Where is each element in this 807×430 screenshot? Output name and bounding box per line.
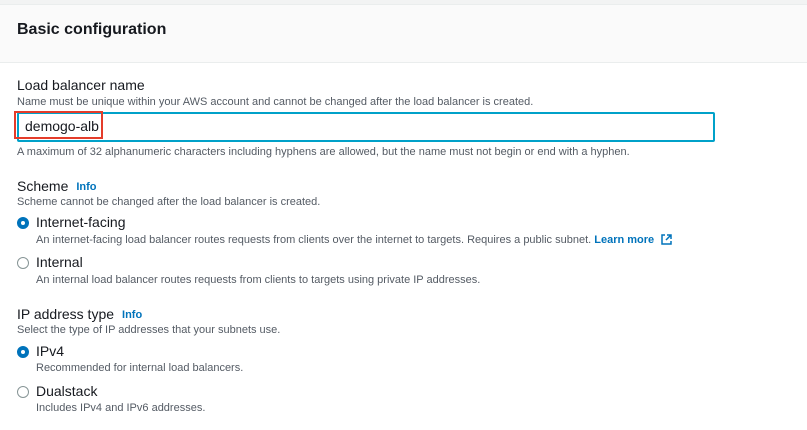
ip-address-type-description: Select the type of IP addresses that you… (17, 324, 281, 336)
radio-dualstack[interactable] (17, 386, 29, 398)
option-dualstack-description: Includes IPv4 and IPv6 addresses. (36, 402, 206, 414)
scheme-description: Scheme cannot be changed after the load … (17, 196, 321, 208)
option-internal-label[interactable]: Internal (36, 254, 83, 270)
internet-facing-description-text: An internet-facing load balancer routes … (36, 234, 592, 246)
learn-more-link[interactable]: Learn more (594, 234, 654, 246)
scheme-info-link[interactable]: Info (76, 181, 96, 193)
ip-address-type-label-text: IP address type (17, 306, 115, 322)
option-internal-description: An internal load balancer routes request… (36, 274, 481, 286)
option-internet-facing-description: An internet-facing load balancer routes … (36, 234, 672, 246)
load-balancer-name-input[interactable]: demogo-alb (17, 112, 715, 142)
option-dualstack-label[interactable]: Dualstack (36, 383, 97, 399)
ip-address-type-label: IP address type Info (17, 306, 142, 322)
radio-internal[interactable] (17, 257, 29, 269)
scheme-label-text: Scheme (17, 178, 69, 194)
section-header: Basic configuration (0, 5, 807, 63)
ip-address-type-info-link[interactable]: Info (122, 309, 142, 321)
load-balancer-name-value: demogo-alb (25, 118, 99, 134)
option-ipv4-label[interactable]: IPv4 (36, 343, 64, 359)
external-link-icon[interactable] (661, 234, 672, 245)
load-balancer-name-constraint: A maximum of 32 alphanumeric characters … (17, 146, 630, 158)
option-internet-facing-label[interactable]: Internet-facing (36, 214, 126, 230)
basic-configuration-panel: Basic configuration Load balancer name N… (0, 0, 807, 430)
load-balancer-name-label: Load balancer name (17, 77, 145, 93)
section-title: Basic configuration (17, 21, 167, 38)
scheme-label: Scheme Info (17, 178, 97, 194)
radio-ipv4[interactable] (17, 346, 29, 358)
load-balancer-name-description: Name must be unique within your AWS acco… (17, 96, 534, 108)
radio-internet-facing[interactable] (17, 217, 29, 229)
option-ipv4-description: Recommended for internal load balancers. (36, 362, 244, 374)
